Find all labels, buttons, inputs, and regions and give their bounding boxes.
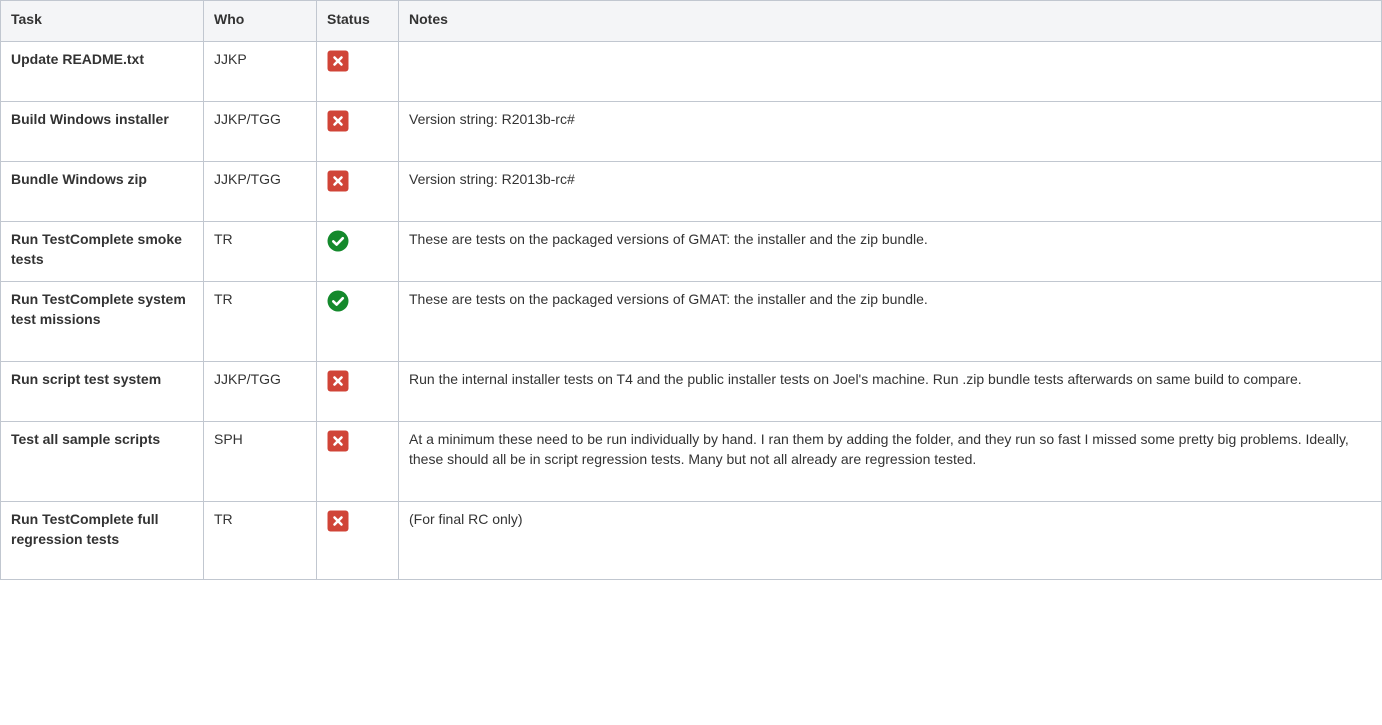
- status-cell: [316, 361, 399, 422]
- header-who: Who: [203, 0, 317, 42]
- notes-cell: Run the internal installer tests on T4 a…: [398, 361, 1382, 422]
- cross-icon: [327, 510, 349, 532]
- task-cell: Run script test system: [0, 361, 204, 422]
- who-cell: TR: [203, 501, 317, 580]
- cross-icon: [327, 170, 349, 192]
- task-cell: Run TestComplete smoke tests: [0, 221, 204, 282]
- notes-cell: These are tests on the packaged versions…: [398, 221, 1382, 282]
- notes-cell: (For final RC only): [398, 501, 1382, 580]
- who-cell: SPH: [203, 421, 317, 502]
- table-row: Bundle Windows zip JJKP/TGG Version stri…: [0, 161, 1382, 222]
- status-cell: [316, 421, 399, 502]
- table-row: Run TestComplete system test missions TR…: [0, 281, 1382, 362]
- status-cell: [316, 101, 399, 162]
- status-cell: [316, 501, 399, 580]
- table-header-row: Task Who Status Notes: [0, 0, 1382, 42]
- table-row: Run TestComplete smoke tests TR These ar…: [0, 221, 1382, 282]
- table-row: Test all sample scripts SPH At a minimum…: [0, 421, 1382, 502]
- cross-icon: [327, 430, 349, 452]
- notes-cell: [398, 41, 1382, 102]
- task-cell: Test all sample scripts: [0, 421, 204, 502]
- table-row: Update README.txt JJKP: [0, 41, 1382, 102]
- task-table: Task Who Status Notes Update README.txt …: [0, 0, 1382, 580]
- table-row: Run script test system JJKP/TGG Run the …: [0, 361, 1382, 422]
- cross-icon: [327, 110, 349, 132]
- who-cell: JJKP/TGG: [203, 101, 317, 162]
- who-cell: JJKP/TGG: [203, 361, 317, 422]
- cross-icon: [327, 50, 349, 72]
- header-task: Task: [0, 0, 204, 42]
- check-icon: [327, 230, 349, 252]
- header-notes: Notes: [398, 0, 1382, 42]
- who-cell: TR: [203, 281, 317, 362]
- status-cell: [316, 221, 399, 282]
- header-status: Status: [316, 0, 399, 42]
- notes-cell: These are tests on the packaged versions…: [398, 281, 1382, 362]
- table-row: Run TestComplete full regression tests T…: [0, 501, 1382, 580]
- who-cell: JJKP: [203, 41, 317, 102]
- task-cell: Run TestComplete system test missions: [0, 281, 204, 362]
- check-icon: [327, 290, 349, 312]
- task-cell: Bundle Windows zip: [0, 161, 204, 222]
- who-cell: JJKP/TGG: [203, 161, 317, 222]
- who-cell: TR: [203, 221, 317, 282]
- notes-cell: Version string: R2013b-rc#: [398, 161, 1382, 222]
- task-cell: Run TestComplete full regression tests: [0, 501, 204, 580]
- task-cell: Build Windows installer: [0, 101, 204, 162]
- status-cell: [316, 281, 399, 362]
- status-cell: [316, 41, 399, 102]
- table-row: Build Windows installer JJKP/TGG Version…: [0, 101, 1382, 162]
- status-cell: [316, 161, 399, 222]
- cross-icon: [327, 370, 349, 392]
- task-cell: Update README.txt: [0, 41, 204, 102]
- notes-cell: Version string: R2013b-rc#: [398, 101, 1382, 162]
- notes-cell: At a minimum these need to be run indivi…: [398, 421, 1382, 502]
